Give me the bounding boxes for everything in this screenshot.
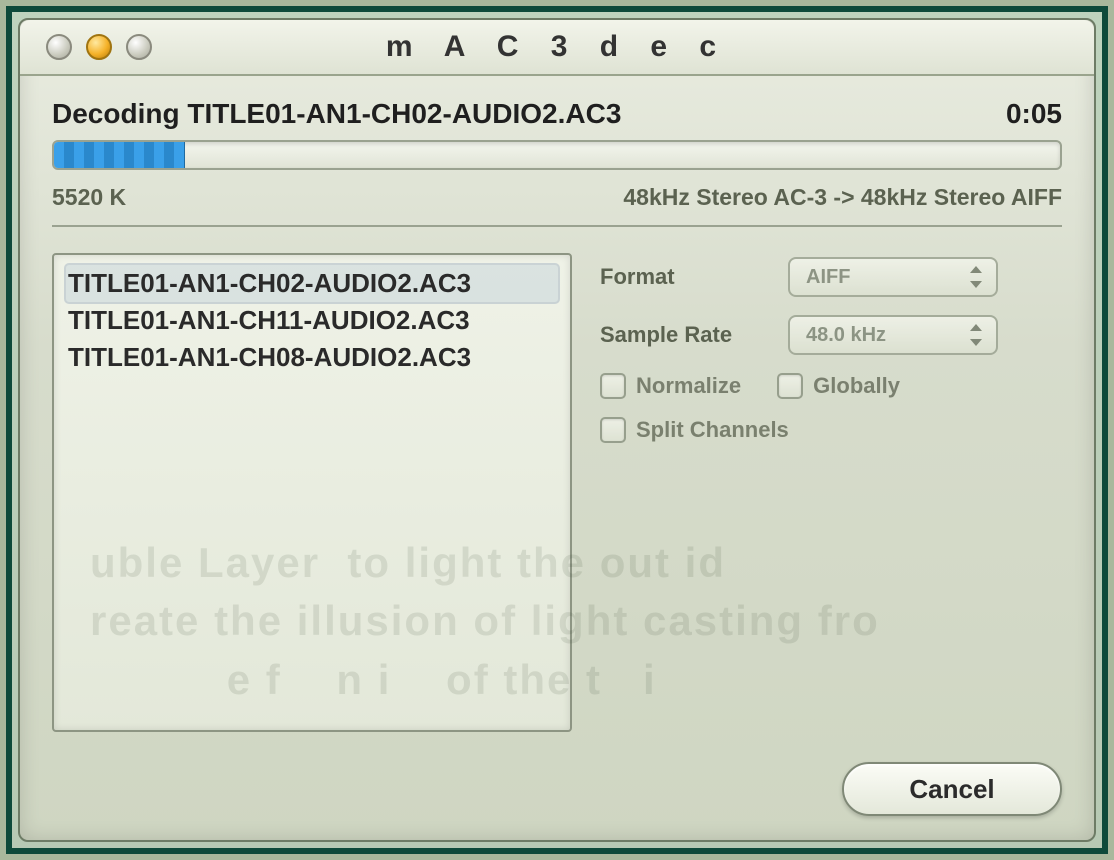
zoom-icon[interactable] bbox=[126, 34, 152, 60]
checkbox-icon bbox=[777, 373, 803, 399]
list-item[interactable]: TITLE01-AN1-CH08-AUDIO2.AC3 bbox=[66, 339, 558, 376]
app-window: m A C 3 d e c Decoding TITLE01-AN1-CH02-… bbox=[18, 18, 1096, 842]
options-panel: Format AIFF Sample Rate 48.0 kHz bbox=[600, 253, 1062, 732]
file-list[interactable]: TITLE01-AN1-CH02-AUDIO2.AC3 TITLE01-AN1-… bbox=[52, 253, 572, 732]
checkbox-icon bbox=[600, 373, 626, 399]
globally-label: Globally bbox=[813, 373, 900, 399]
window-title: m A C 3 d e c bbox=[20, 30, 1094, 64]
globally-checkbox[interactable]: Globally bbox=[777, 373, 900, 399]
normalize-label: Normalize bbox=[636, 373, 741, 399]
titlebar: m A C 3 d e c bbox=[20, 20, 1094, 76]
format-value: AIFF bbox=[806, 266, 850, 289]
format-select[interactable]: AIFF bbox=[788, 257, 998, 297]
split-channels-label: Split Channels bbox=[636, 417, 789, 443]
elapsed-time: 0:05 bbox=[1006, 98, 1062, 130]
format-label: Format bbox=[600, 264, 770, 290]
close-icon[interactable] bbox=[46, 34, 72, 60]
chevron-updown-icon bbox=[966, 322, 986, 348]
normalize-checkbox[interactable]: Normalize bbox=[600, 373, 741, 399]
sample-rate-label: Sample Rate bbox=[600, 322, 770, 348]
split-channels-checkbox[interactable]: Split Channels bbox=[600, 417, 789, 443]
sample-rate-value: 48.0 kHz bbox=[806, 324, 886, 347]
cancel-button[interactable]: Cancel bbox=[842, 762, 1062, 816]
minimize-icon[interactable] bbox=[86, 34, 112, 60]
list-item[interactable]: TITLE01-AN1-CH02-AUDIO2.AC3 bbox=[66, 265, 558, 302]
conversion-info: 48kHz Stereo AC-3 -> 48kHz Stereo AIFF bbox=[623, 184, 1062, 211]
progress-fill bbox=[54, 142, 185, 168]
progress-bar bbox=[52, 140, 1062, 170]
sample-rate-select[interactable]: 48.0 kHz bbox=[788, 315, 998, 355]
chevron-updown-icon bbox=[966, 264, 986, 290]
list-item[interactable]: TITLE01-AN1-CH11-AUDIO2.AC3 bbox=[66, 302, 558, 339]
window-controls bbox=[20, 34, 152, 60]
file-size: 5520 K bbox=[52, 184, 126, 211]
checkbox-icon bbox=[600, 417, 626, 443]
status-label: Decoding TITLE01-AN1-CH02-AUDIO2.AC3 bbox=[52, 98, 621, 130]
